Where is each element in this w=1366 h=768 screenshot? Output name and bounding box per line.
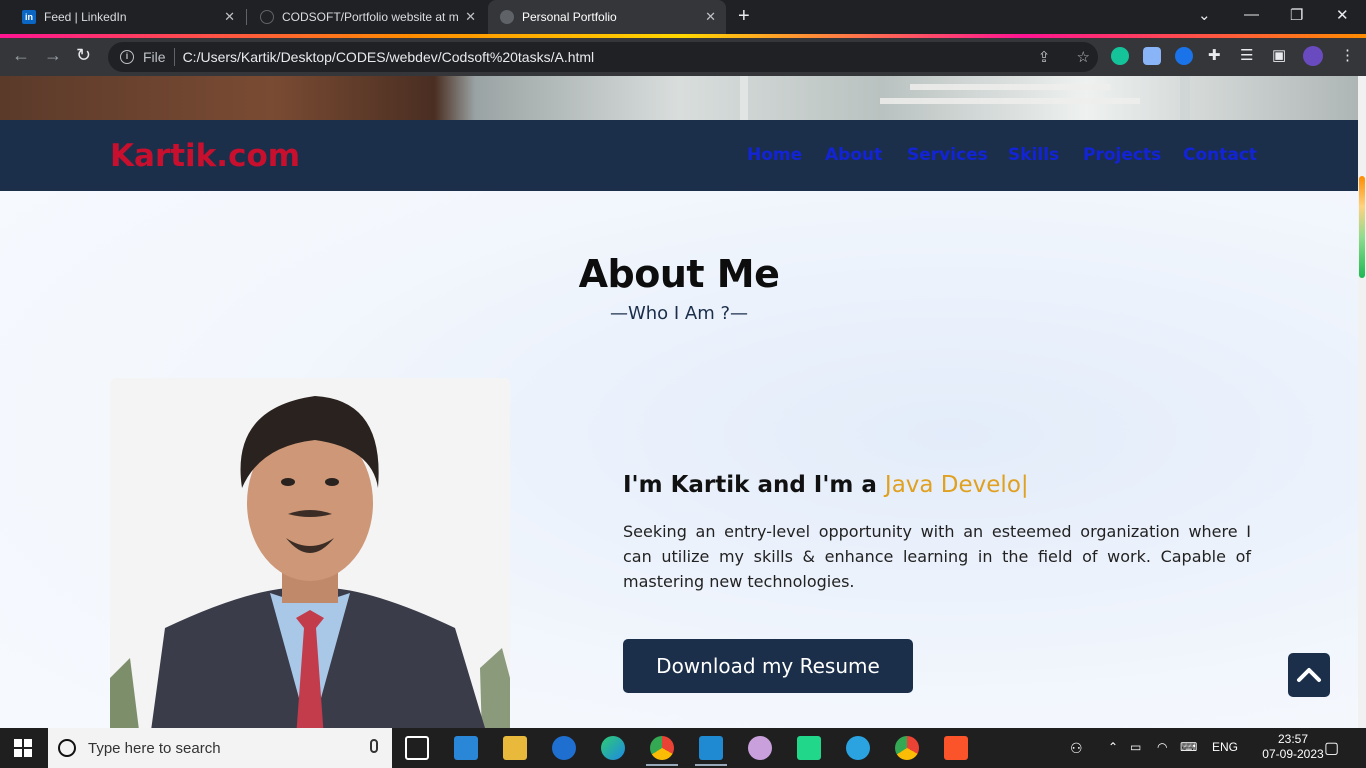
pycharm-icon[interactable] [797,736,821,760]
brave-icon[interactable] [944,736,968,760]
hero-image-strip [0,76,1358,120]
keyboard-icon[interactable]: ⌨ [1180,740,1197,754]
extensions-puzzle-icon[interactable]: ✚ [1208,46,1221,64]
windows-taskbar: Type here to search ⚇ ⌃ ▭ ◠ ⌨ ENG 23:57 … [0,728,1366,768]
telegram-icon[interactable] [846,736,870,760]
edge-icon[interactable] [601,736,625,760]
reading-list-icon[interactable]: ☰ [1240,46,1253,64]
profile-avatar[interactable] [1303,46,1323,66]
mail-icon[interactable] [454,736,478,760]
notification-icon[interactable]: ▢ [1324,738,1339,758]
nav-home[interactable]: Home [747,145,802,165]
paint-icon[interactable] [748,736,772,760]
people-icon[interactable]: ⚇ [1070,740,1083,757]
globe-icon [500,10,514,24]
tab-search-chevron-icon[interactable]: ⌄ [1198,6,1211,24]
intro-prefix: I'm Kartik and I'm a [623,472,885,498]
page-viewport: Kartik.com Home About Services Skills Pr… [0,76,1358,728]
taskbar-search-box[interactable]: Type here to search [48,728,392,768]
github-icon [260,10,274,24]
menu-kebab-icon[interactable]: ⋮ [1340,46,1355,64]
profile-photo [110,378,510,728]
vpn-extension-icon[interactable] [1175,47,1193,65]
section-subtitle: —Who I Am ?— [609,303,749,324]
windows-start-icon[interactable] [14,739,32,757]
site-logo[interactable]: Kartik.com [110,138,300,174]
close-tab-icon[interactable]: ✕ [465,9,476,25]
vscode-icon[interactable] [695,736,727,766]
tab-linkedin[interactable]: in Feed | LinkedIn ✕ [0,0,245,34]
reload-icon[interactable]: ↻ [76,45,91,66]
close-window-icon[interactable]: ✕ [1336,6,1349,24]
url-text[interactable]: C:/Users/Kartik/Desktop/CODES/webdev/Cod… [183,49,595,65]
download-resume-button[interactable]: Download my Resume [623,639,913,693]
nav-contact[interactable]: Contact [1183,145,1257,165]
nav-services[interactable]: Services [907,145,988,165]
edge-legacy-icon[interactable] [552,736,576,760]
browser-toolbar: ← → ↻ i File C:/Users/Kartik/Desktop/COD… [0,38,1366,76]
shield-extension-icon[interactable] [1143,47,1161,65]
restore-icon[interactable]: ❐ [1290,6,1303,24]
grammarly-icon[interactable] [1111,47,1129,65]
tab-personal-portfolio[interactable]: Personal Portfolio ✕ [488,0,726,34]
system-clock[interactable]: 23:57 07-09-2023 [1262,732,1324,762]
tab-github[interactable]: CODSOFT/Portfolio website at m ✕ [248,0,486,34]
share-icon[interactable]: ⇪ [1038,49,1051,66]
browser-tab-bar: in Feed | LinkedIn ✕ CODSOFT/Portfolio w… [0,0,1366,34]
page-scrollbar[interactable] [1358,76,1366,728]
chevron-up-tray-icon[interactable]: ⌃ [1108,740,1118,754]
tab-title: CODSOFT/Portfolio website at m [282,10,459,24]
close-tab-icon[interactable]: ✕ [224,9,235,25]
clock-date: 07-09-2023 [1262,747,1324,761]
new-tab-plus-icon[interactable]: + [738,6,750,26]
clock-time: 23:57 [1277,732,1309,746]
info-icon[interactable]: i [120,50,134,64]
minimize-icon[interactable]: — [1244,6,1259,23]
back-arrow-icon[interactable]: ← [12,45,30,66]
tab-title: Feed | LinkedIn [44,10,127,24]
battery-icon[interactable]: ▭ [1130,740,1141,754]
linkedin-icon: in [22,10,36,24]
search-placeholder: Type here to search [88,739,221,757]
nav-skills[interactable]: Skills [1008,145,1059,165]
language-indicator[interactable]: ENG [1212,740,1238,754]
nav-projects[interactable]: Projects [1083,145,1161,165]
chrome-icon[interactable] [646,736,678,766]
forward-arrow-icon[interactable]: → [44,45,62,66]
scroll-to-top-button[interactable] [1288,653,1330,697]
file-explorer-icon[interactable] [503,736,527,760]
cortana-circle-icon [58,739,76,757]
side-panel-icon[interactable]: ▣ [1272,46,1286,64]
file-label: File [143,49,166,65]
typed-role: Java Develo [884,472,1021,498]
site-navbar: Kartik.com Home About Services Skills Pr… [0,120,1358,191]
nav-about[interactable]: About [825,145,882,165]
about-description: Seeking an entry-level opportunity with … [623,522,1251,591]
microphone-icon[interactable] [370,739,378,753]
chrome-profile-icon[interactable] [895,736,919,760]
typing-cursor: | [1020,472,1029,498]
task-view-icon[interactable] [405,736,429,760]
chevron-up-icon [1297,668,1321,682]
wifi-icon[interactable]: ◠ [1157,740,1167,754]
close-tab-icon[interactable]: ✕ [705,9,716,25]
section-title: About Me [578,252,780,296]
address-bar[interactable]: i File C:/Users/Kartik/Desktop/CODES/web… [108,42,1098,72]
bookmark-star-icon[interactable]: ☆ [1077,49,1090,66]
scrollbar-thumb[interactable] [1359,176,1365,278]
tab-title: Personal Portfolio [522,10,617,24]
intro-heading: I'm Kartik and I'm a Java Develo| [623,472,1029,498]
